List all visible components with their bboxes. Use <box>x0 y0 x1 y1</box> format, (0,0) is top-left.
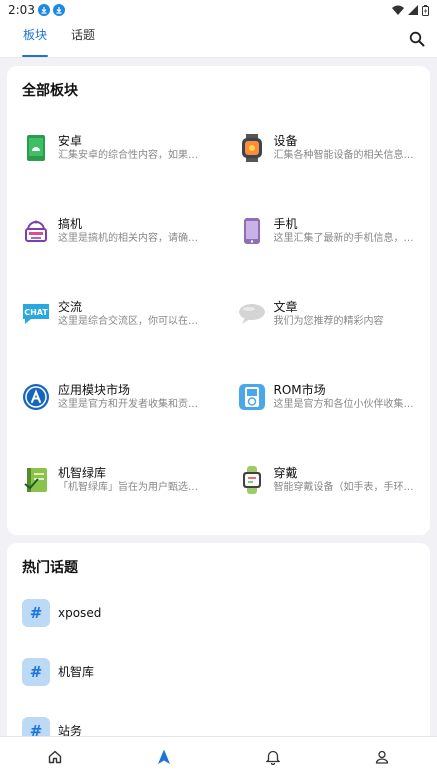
section-rom-market[interactable]: ROM市场 这里是官方和各位小伙伴收集… <box>219 355 431 438</box>
search-icon <box>409 31 425 46</box>
section-name: 文章 <box>273 299 298 314</box>
section-devices[interactable]: 设备 汇集各种智能设备的相关信息… <box>219 106 431 189</box>
top-bar: 板块 话题 <box>0 20 437 58</box>
section-name: 手机 <box>273 216 298 231</box>
phone-icon <box>237 216 267 246</box>
section-green-library[interactable]: 机智绿库 「机智绿库」旨在为用户甄选… <box>7 438 219 521</box>
section-name: 搞机 <box>58 216 83 231</box>
download-icon <box>52 4 65 16</box>
speech-bubble-icon <box>237 299 267 329</box>
chat-icon: CHAT <box>21 299 51 329</box>
hot-topics-title: 热门话题 <box>22 560 78 576</box>
robot-icon <box>21 216 51 246</box>
notebook-icon <box>21 465 51 495</box>
nav-notifications[interactable] <box>243 750 303 765</box>
fitness-band-icon <box>237 465 267 495</box>
status-time: 2:03 <box>8 3 35 17</box>
section-name: 交流 <box>58 299 83 314</box>
nav-profile[interactable] <box>352 750 412 764</box>
tab-label: 话题 <box>70 28 95 42</box>
section-name: 安卓 <box>58 133 83 148</box>
nav-home[interactable] <box>25 750 85 764</box>
signal-icon <box>408 5 418 15</box>
ipod-icon <box>237 382 267 412</box>
nav-explore[interactable] <box>134 749 194 765</box>
app-store-icon <box>21 382 51 412</box>
svg-text:CHAT: CHAT <box>24 308 48 317</box>
section-desc: 汇集各种智能设备的相关信息… <box>273 149 414 161</box>
all-sections-title: 全部板块 <box>22 83 78 99</box>
section-desc: 这里汇集了最新的手机信息，… <box>273 232 414 244</box>
section-name: 机智绿库 <box>58 465 107 480</box>
topic-item[interactable]: # xposed <box>7 583 430 642</box>
topic-name: 机智库 <box>58 665 95 679</box>
section-name: ROM市场 <box>273 382 326 397</box>
section-name: 应用模块市场 <box>58 382 131 397</box>
section-app-module-market[interactable]: 应用模块市场 这里是官方和开发者收集和贡… <box>7 355 219 438</box>
battery-icon <box>422 4 429 16</box>
hashtag-icon: # <box>22 598 50 627</box>
all-sections-card: 全部板块 安卓 汇集安卓的综合性内容，如果… 设备 汇集各种智能设备的相关信息… 搞… <box>7 66 430 535</box>
section-desc: 「机智绿库」旨在为用户甄选… <box>58 481 198 493</box>
section-desc: 智能穿戴设备（如手表，手环… <box>273 481 414 493</box>
tab-bar: 板块 话题 <box>0 20 96 57</box>
status-bar: 2:03 <box>0 0 437 20</box>
section-name: 设备 <box>273 133 298 148</box>
sections-grid: 安卓 汇集安卓的综合性内容，如果… 设备 汇集各种智能设备的相关信息… 搞机 这里是搞… <box>7 106 430 521</box>
section-desc: 汇集安卓的综合性内容，如果… <box>58 149 198 161</box>
section-discussion[interactable]: CHAT 交流 这里是综合交流区，你可以在… <box>7 272 219 355</box>
smartwatch-icon <box>237 133 267 163</box>
section-desc: 这里是官方和开发者收集和贡… <box>58 398 198 410</box>
tab-sections[interactable]: 板块 <box>22 20 48 57</box>
home-icon <box>48 750 61 764</box>
tab-topics[interactable]: 话题 <box>70 20 96 57</box>
topic-item[interactable]: # 机智库 <box>7 642 430 701</box>
section-desc: 这里是官方和各位小伙伴收集… <box>273 398 414 410</box>
bottom-navigation <box>0 736 437 777</box>
topic-name: xposed <box>58 605 102 620</box>
search-button[interactable] <box>409 20 425 57</box>
person-icon <box>376 750 389 764</box>
download-icon <box>37 4 50 16</box>
section-desc: 这里是搞机的相关内容，请确… <box>58 232 198 244</box>
section-desc: 这里是综合交流区，你可以在… <box>58 315 198 327</box>
navigation-arrow-icon <box>157 749 170 764</box>
wifi-icon <box>392 5 404 15</box>
section-wearables[interactable]: 穿戴 智能穿戴设备（如手表，手环… <box>219 438 431 521</box>
section-articles[interactable]: 文章 我们为您推荐的精彩内容 <box>219 272 431 355</box>
android-icon <box>21 133 51 163</box>
hashtag-icon: # <box>22 657 50 686</box>
bell-icon <box>266 750 281 765</box>
section-android[interactable]: 安卓 汇集安卓的综合性内容，如果… <box>7 106 219 189</box>
section-desc: 我们为您推荐的精彩内容 <box>273 315 384 327</box>
section-hacking[interactable]: 搞机 这里是搞机的相关内容，请确… <box>7 189 219 272</box>
section-name: 穿戴 <box>273 465 298 480</box>
section-phones[interactable]: 手机 这里汇集了最新的手机信息，… <box>219 189 431 272</box>
tab-label: 板块 <box>22 28 47 42</box>
